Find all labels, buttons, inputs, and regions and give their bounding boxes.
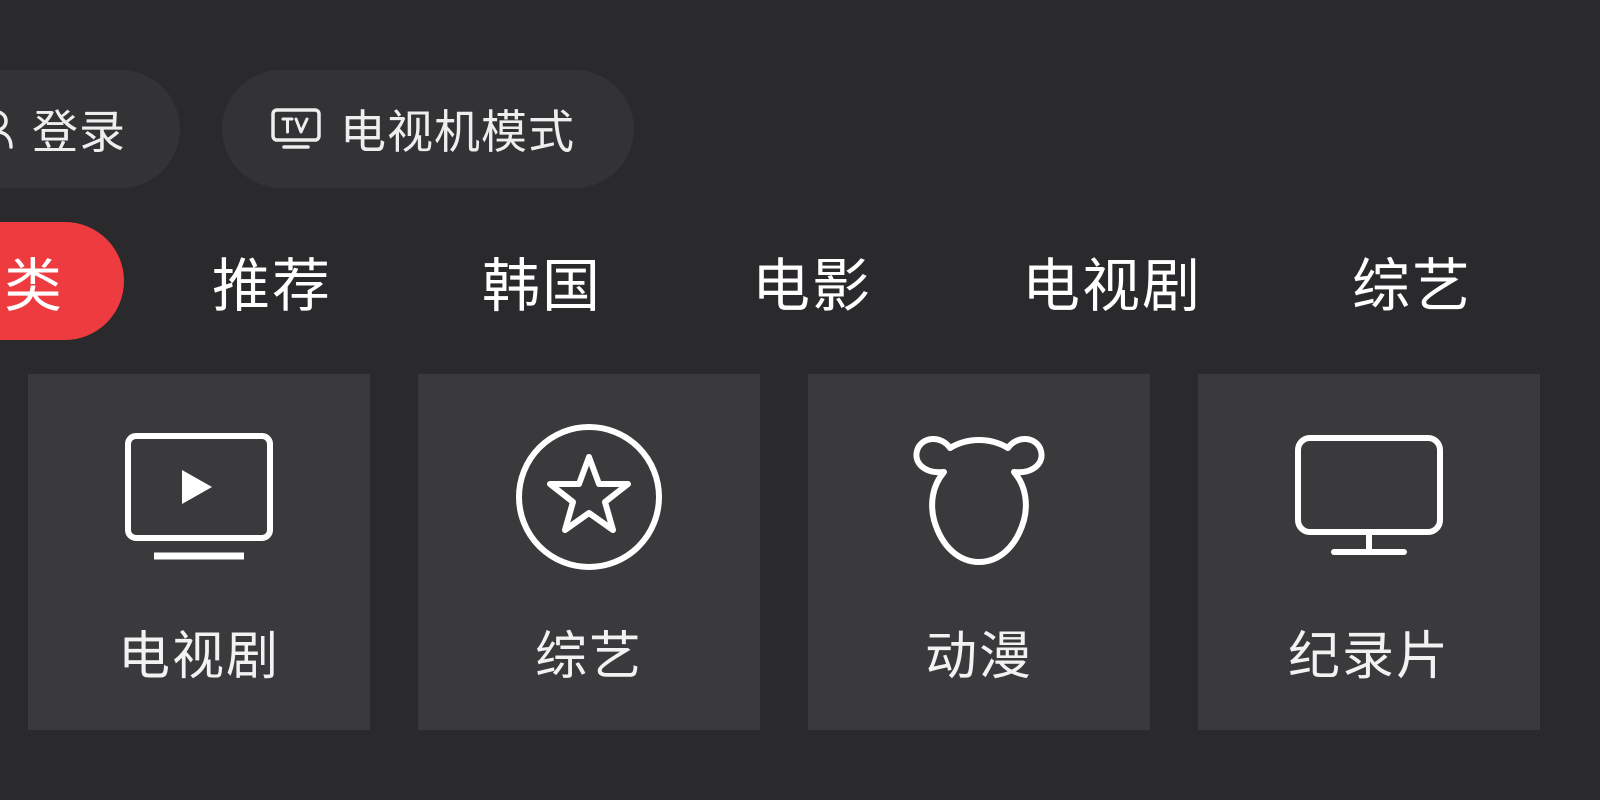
- tab-korea[interactable]: 韩国: [470, 222, 614, 340]
- user-icon: [0, 109, 14, 149]
- tab-variety[interactable]: 综艺: [1340, 222, 1484, 340]
- login-label: 登录: [32, 105, 126, 159]
- card-tv-series[interactable]: 电视剧: [28, 374, 370, 730]
- category-tabs: 类 推荐 韩国 电影 电视剧 综艺: [0, 222, 1600, 340]
- star-circle-icon: [509, 422, 669, 572]
- tab-recommend[interactable]: 推荐: [200, 222, 344, 340]
- bear-icon: [899, 422, 1059, 572]
- card-anime[interactable]: 动漫: [808, 374, 1150, 730]
- card-documentary[interactable]: 纪录片: [1198, 374, 1540, 730]
- card-label-tv-series: 电视剧: [117, 627, 280, 687]
- login-button[interactable]: 登录: [0, 70, 180, 188]
- tv-mode-button[interactable]: 电视机模式: [222, 70, 634, 188]
- tv-play-icon: [119, 422, 279, 572]
- app-screen: 登录 电视机模式 类 推荐 韩国 电影 电视剧 综艺 电视剧 综艺 动漫 纪录片: [0, 0, 1600, 800]
- tab-category-active[interactable]: 类: [0, 222, 124, 340]
- card-variety[interactable]: 综艺: [418, 374, 760, 730]
- tv-mode-label: 电视机模式: [340, 105, 575, 159]
- card-label-anime: 动漫: [924, 627, 1033, 687]
- tab-movie[interactable]: 电影: [740, 222, 884, 340]
- monitor-icon: [1289, 422, 1449, 572]
- card-label-variety: 综艺: [534, 627, 643, 687]
- card-label-documentary: 纪录片: [1287, 627, 1450, 687]
- tv-icon: [270, 107, 322, 151]
- tab-tv-series[interactable]: 电视剧: [1010, 222, 1214, 340]
